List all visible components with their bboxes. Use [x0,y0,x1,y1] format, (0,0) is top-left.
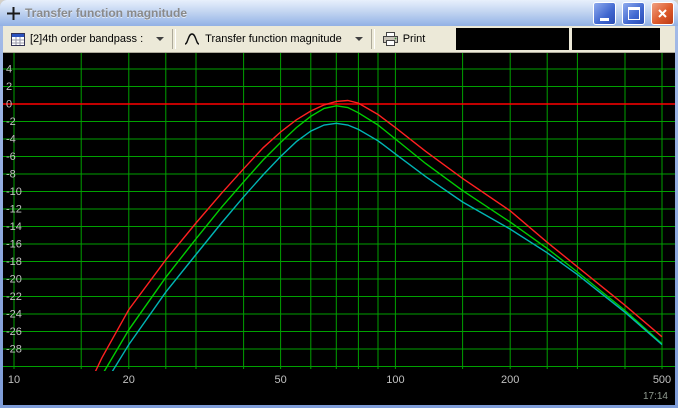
svg-text:10: 10 [8,374,20,386]
view-combobox-label: Transfer function magnitude [205,33,342,45]
svg-text:0: 0 [6,99,12,111]
grid-document-icon [11,32,25,46]
magnitude-plot: 420-2-4-6-8-10-12-14-16-18-20-22-24-26-2… [3,53,675,386]
close-icon [658,8,667,18]
project-combobox-label: [2]4th order bandpass : [30,33,144,45]
svg-text:-18: -18 [6,256,22,268]
minimize-button[interactable] [593,1,616,25]
svg-text:-14: -14 [6,221,22,233]
transfer-function-window: Transfer function magnitude [2]4th order… [0,0,678,408]
toolbar-display-panels [456,28,660,50]
svg-text:-28: -28 [6,344,22,356]
svg-text:500: 500 [653,374,671,386]
clock-text: 17:14 [642,391,668,402]
minimize-icon [600,17,609,21]
svg-text:-10: -10 [6,186,22,198]
project-combobox[interactable]: [2]4th order bandpass : [6,28,169,50]
chevron-down-icon [156,37,165,41]
svg-text:-4: -4 [6,134,16,146]
close-button[interactable] [651,1,674,25]
chart-area: 4 2 0 -2 -4 -6 -8 -10 -12 -14 -16 -18 -20 -22 -24 -26 -2… [3,53,675,405]
svg-text:-22: -22 [6,291,22,303]
svg-text:50: 50 [274,374,286,386]
view-combobox[interactable]: Transfer function magnitude [179,28,368,50]
svg-text:200: 200 [501,374,519,386]
svg-text:-8: -8 [6,169,16,181]
chevron-down-icon [354,37,363,41]
maximize-icon [627,6,640,20]
svg-text:-12: -12 [6,204,22,216]
maximize-button[interactable] [622,1,645,25]
svg-text:-2: -2 [6,116,16,128]
crosshair-icon [7,6,20,20]
svg-text:-20: -20 [6,274,22,286]
titlebar[interactable]: Transfer function magnitude [0,0,678,26]
window-title: Transfer function magnitude [25,6,188,20]
svg-text:-26: -26 [6,326,22,338]
svg-text:-16: -16 [6,239,22,251]
svg-text:-24: -24 [6,309,22,321]
print-button-label: Print [402,33,426,45]
svg-text:-6: -6 [6,151,16,163]
toolbar-display-panel [572,28,660,50]
waveform-icon [184,33,200,45]
toolbar-display-panel [456,28,569,50]
toolbar-separator [370,29,375,49]
toolbar-separator [172,29,177,49]
svg-text:2: 2 [6,81,12,93]
printer-icon [382,32,398,46]
svg-text:20: 20 [123,374,135,386]
svg-text:100: 100 [386,374,404,386]
toolbar: [2]4th order bandpass : Transfer functio… [3,26,675,53]
print-button[interactable]: Print [378,28,431,50]
svg-text:4: 4 [6,64,12,76]
